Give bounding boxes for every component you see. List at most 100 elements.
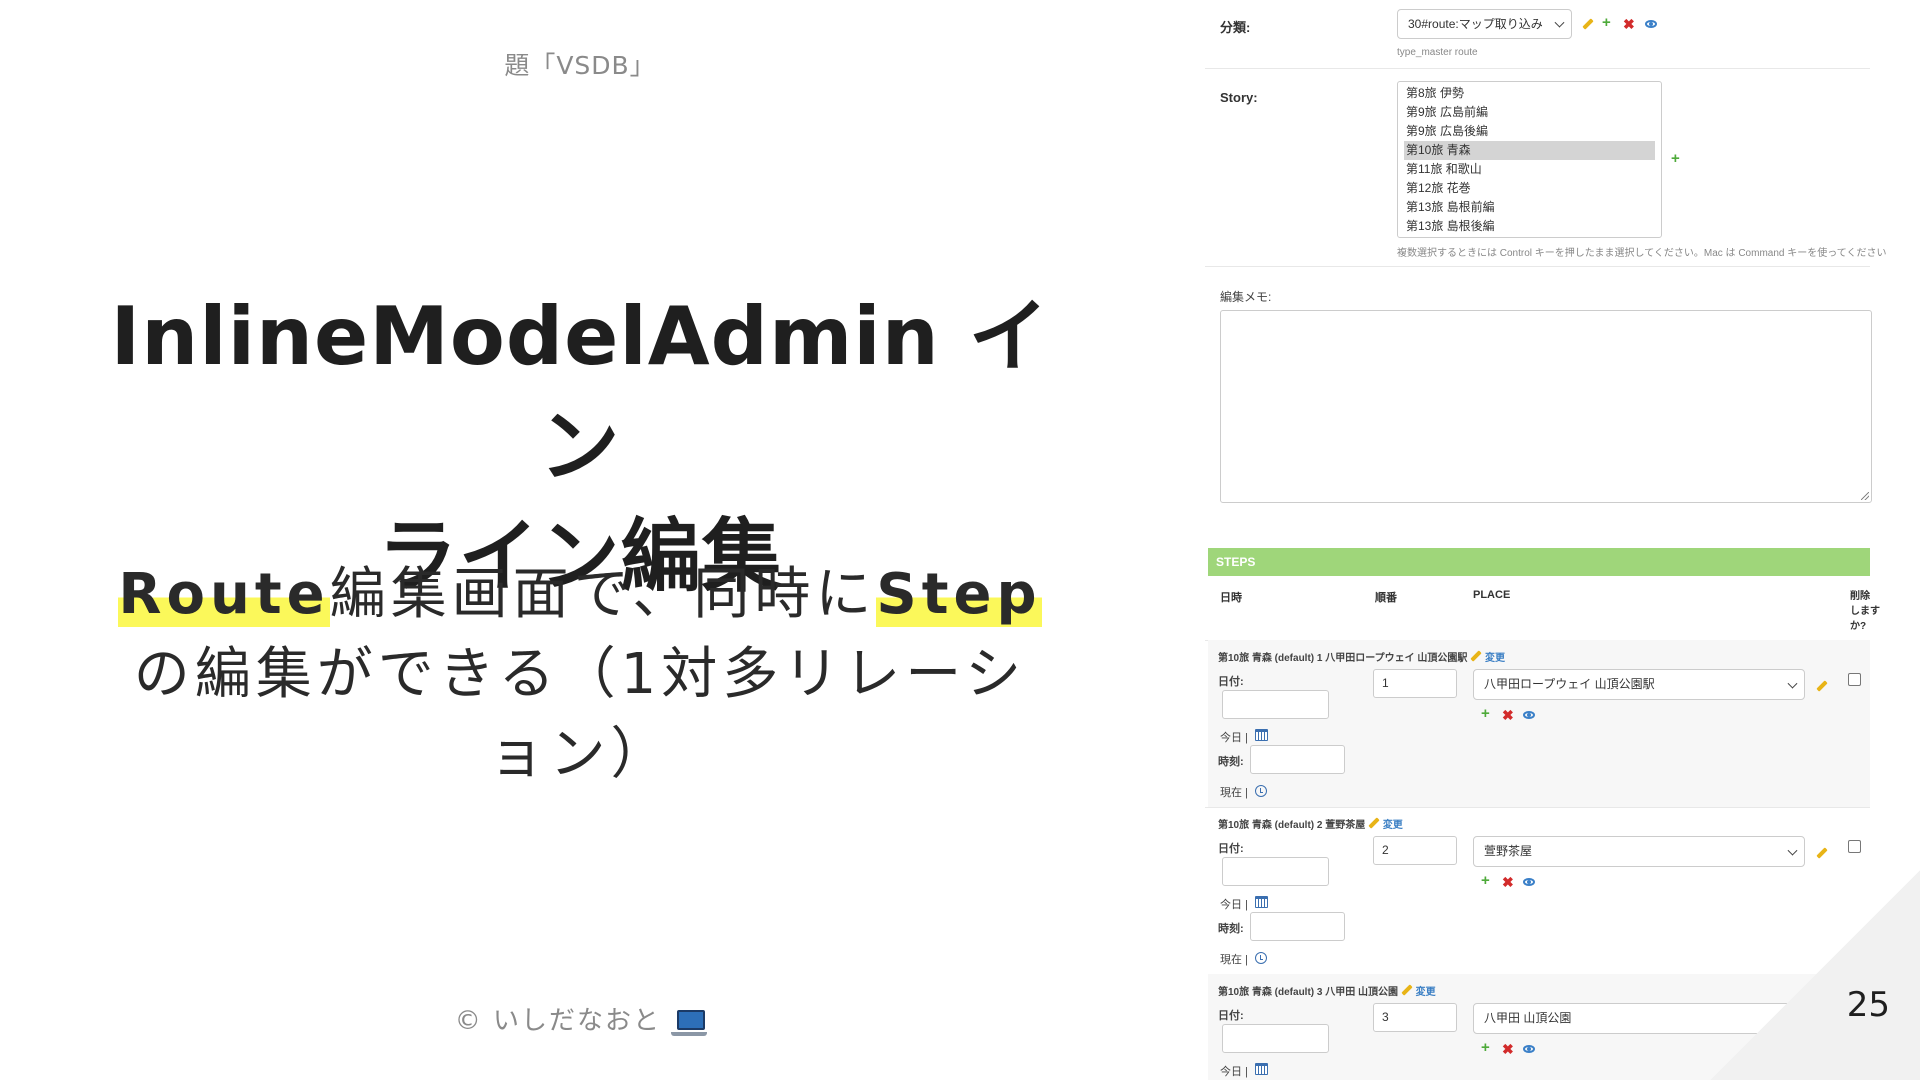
subtitle-line3: ョン） [488, 722, 672, 787]
slide-subtitle: Route編集画面で、同時にStep の編集ができる（1対多リレーシ ョン） [100, 555, 1060, 795]
time-label: 時刻: [1218, 756, 1244, 768]
step-row-title: 第10旅 青森 (default) 1 八甲田ロープウェイ 山頂公園駅 変更 [1218, 649, 1505, 664]
category-select[interactable]: 30#route:マップ取り込み [1397, 9, 1572, 39]
delete-x-icon[interactable]: ✖ [1502, 1042, 1514, 1056]
date-input[interactable] [1222, 690, 1329, 719]
story-help: 複数選択するときには Control キーを押したまま選択してください。Mac … [1397, 248, 1887, 259]
place-select[interactable]: 萱野茶屋 [1473, 836, 1805, 867]
place-select[interactable]: 八甲田ロープウェイ 山頂公園駅 [1473, 669, 1805, 700]
story-multiselect[interactable]: 第8旅 伊勢 第9旅 広島前編 第9旅 広島後編 第10旅 青森 第11旅 和歌… [1397, 81, 1662, 238]
step-title-text: 第10旅 青森 (default) 1 八甲田ロープウェイ 山頂公園駅 [1218, 653, 1468, 664]
time-input[interactable] [1250, 912, 1345, 941]
chevron-down-icon [1554, 17, 1565, 28]
slide-footer: © いしだなおと [0, 1000, 1160, 1037]
now-link[interactable]: 現在 | [1220, 951, 1248, 967]
footer-text: © いしだなおと [454, 1006, 661, 1036]
date-label: 日付: [1218, 676, 1244, 688]
subtitle-mid: 編集画面で、同時に [329, 562, 877, 627]
story-option[interactable]: 第11旅 和歌山 [1404, 160, 1655, 179]
col-datetime: 日時 [1220, 592, 1242, 604]
memo-textarea[interactable] [1220, 310, 1872, 503]
add-plus-icon[interactable]: + [1481, 1040, 1490, 1055]
story-option[interactable]: 第12旅 花巻 [1404, 179, 1655, 198]
pencil-icon [1368, 817, 1380, 829]
highlight-route: Route [118, 562, 330, 627]
place-value: 八甲田ロープウェイ 山頂公園駅 [1484, 677, 1655, 691]
edit-pencil-icon[interactable] [1816, 847, 1828, 859]
col-delete-2: します [1850, 606, 1880, 617]
clock-icon[interactable] [1255, 785, 1267, 797]
col-delete: 削除 します か? [1850, 589, 1880, 634]
change-link[interactable]: 変更 [1416, 987, 1436, 998]
col-delete-3: か? [1850, 621, 1867, 632]
divider [1205, 266, 1870, 267]
time-input[interactable] [1250, 745, 1345, 774]
divider [1205, 68, 1870, 69]
today-link[interactable]: 今日 | [1220, 729, 1248, 745]
story-option[interactable]: 第13旅 島根前編 [1404, 198, 1655, 217]
chevron-down-icon [1787, 845, 1798, 856]
col-place: PLACE [1473, 589, 1511, 601]
calendar-icon[interactable] [1255, 1063, 1268, 1075]
add-plus-icon[interactable]: + [1602, 15, 1611, 30]
time-label: 時刻: [1218, 923, 1244, 935]
calendar-icon[interactable] [1255, 729, 1268, 741]
step-title-text: 第10旅 青森 (default) 2 萱野茶屋 [1218, 820, 1366, 831]
highlight-step: Step [876, 562, 1042, 627]
steps-header-bar: STEPS [1208, 548, 1870, 576]
date-label: 日付: [1218, 843, 1244, 855]
delete-x-icon[interactable]: ✖ [1502, 875, 1514, 889]
date-label: 日付: [1218, 1010, 1244, 1022]
date-input[interactable] [1222, 857, 1329, 886]
delete-x-icon[interactable]: ✖ [1623, 17, 1635, 31]
today-link[interactable]: 今日 | [1220, 1063, 1248, 1079]
clock-icon[interactable] [1255, 952, 1267, 964]
order-input[interactable]: 3 [1373, 1003, 1457, 1032]
change-link[interactable]: 変更 [1383, 820, 1403, 831]
step-title-text: 第10旅 青森 (default) 3 八甲田 山頂公園 [1218, 987, 1399, 998]
page-corner-decoration [1710, 870, 1920, 1080]
pencil-icon [1401, 984, 1413, 996]
story-label: Story: [1220, 90, 1258, 105]
col-delete-1: 削除 [1850, 591, 1870, 602]
story-option[interactable]: 第8旅 伊勢 [1404, 84, 1655, 103]
order-input[interactable]: 1 [1373, 669, 1457, 698]
view-eye-icon[interactable] [1523, 878, 1535, 886]
story-option[interactable]: 第9旅 広島後編 [1404, 122, 1655, 141]
add-plus-icon[interactable]: + [1481, 873, 1490, 888]
now-link[interactable]: 現在 | [1220, 784, 1248, 800]
resize-grip-icon[interactable] [1861, 492, 1869, 500]
today-link[interactable]: 今日 | [1220, 896, 1248, 912]
story-option-selected[interactable]: 第10旅 青森 [1404, 141, 1655, 160]
date-input[interactable] [1222, 1024, 1329, 1053]
place-value: 萱野茶屋 [1484, 844, 1533, 858]
view-eye-icon[interactable] [1645, 20, 1657, 28]
divider [1205, 807, 1870, 808]
slide-header: 題「VSDB」 [504, 51, 656, 80]
subtitle-line1: Route編集画面で、同時にStep [100, 555, 1060, 635]
chevron-down-icon [1787, 678, 1798, 689]
slide-title-line1: InlineModelAdmin イン [110, 290, 1050, 493]
subtitle-line2: の編集ができる（1対多リレーシ [133, 642, 1027, 707]
view-eye-icon[interactable] [1523, 1045, 1535, 1053]
delete-checkbox[interactable] [1848, 673, 1861, 686]
edit-pencil-icon[interactable] [1582, 18, 1594, 30]
change-link[interactable]: 変更 [1485, 653, 1505, 664]
delete-checkbox[interactable] [1848, 840, 1861, 853]
add-story-plus-icon[interactable]: + [1671, 151, 1680, 166]
place-value: 八甲田 山頂公園 [1484, 1011, 1572, 1025]
delete-x-icon[interactable]: ✖ [1502, 708, 1514, 722]
story-option[interactable]: 第9旅 広島前編 [1404, 103, 1655, 122]
story-option[interactable]: 第13旅 島根後編 [1404, 217, 1655, 236]
page-number: 25 [1846, 985, 1890, 1025]
category-label: 分類: [1220, 20, 1251, 35]
category-help: type_master route [1397, 47, 1478, 58]
slide-text-area: 題「VSDB」 InlineModelAdmin イン ライン編集 Route編… [0, 0, 1160, 1080]
add-plus-icon[interactable]: + [1481, 706, 1490, 721]
view-eye-icon[interactable] [1523, 711, 1535, 719]
order-input[interactable]: 2 [1373, 836, 1457, 865]
calendar-icon[interactable] [1255, 896, 1268, 908]
category-value: 30#route:マップ取り込み [1408, 17, 1543, 31]
memo-label: 編集メモ: [1220, 290, 1272, 304]
step-row-title: 第10旅 青森 (default) 2 萱野茶屋 変更 [1218, 816, 1403, 831]
